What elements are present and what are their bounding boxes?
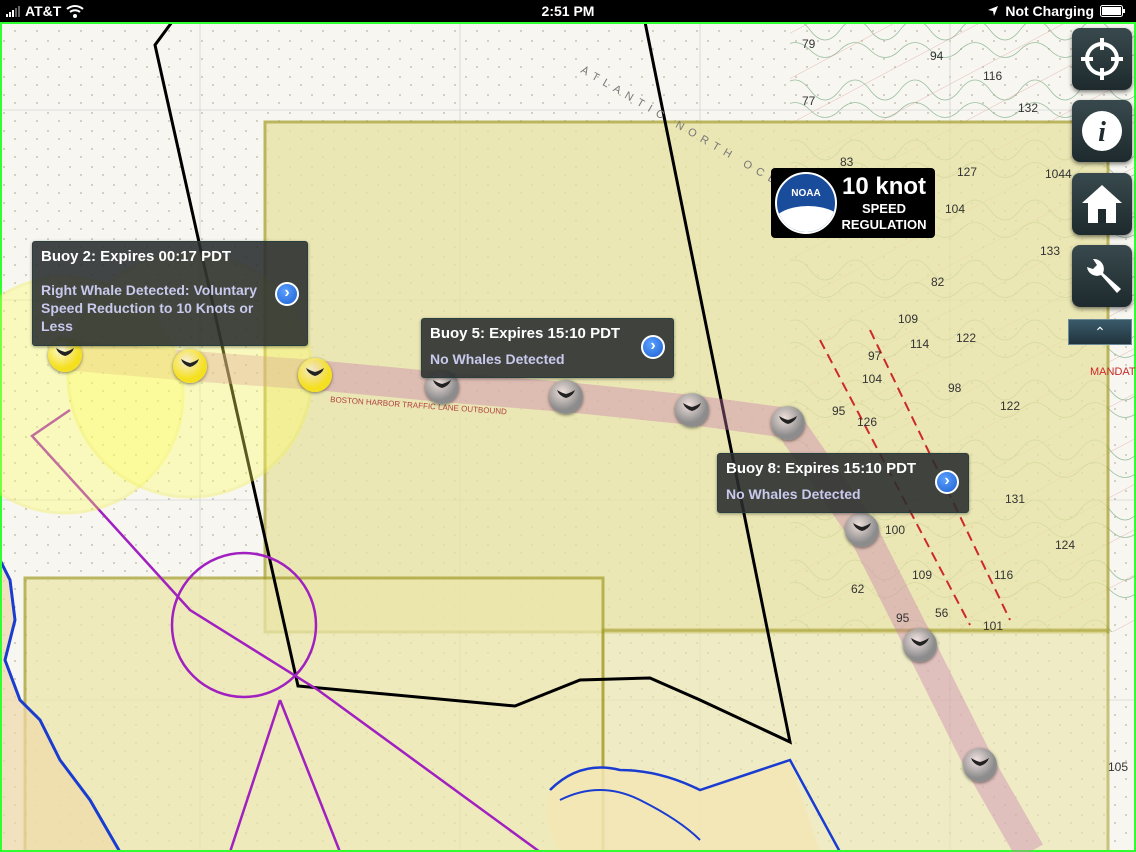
buoy-marker[interactable] (549, 380, 583, 414)
svg-text:127: 127 (957, 165, 977, 179)
whale-tail-icon (971, 758, 989, 776)
svg-text:122: 122 (1000, 399, 1020, 413)
charging-label: Not Charging (1005, 3, 1094, 19)
buoy-marker[interactable] (845, 513, 879, 547)
buoy-8-callout[interactable]: Buoy 8: Expires 15:10 PDT No Whales Dete… (717, 453, 969, 513)
svg-text:100: 100 (885, 523, 905, 537)
svg-text:133: 133 (1040, 244, 1060, 258)
svg-text:83: 83 (840, 155, 854, 169)
svg-text:95: 95 (832, 404, 846, 418)
crosshair-icon (1081, 38, 1123, 80)
svg-text:126: 126 (857, 415, 877, 429)
regulation-label: REGULATION (841, 217, 927, 232)
battery-group: Not Charging (987, 3, 1126, 19)
callout-title: Buoy 5: Expires 15:10 PDT (430, 325, 621, 342)
zone-south (23, 576, 605, 852)
svg-text:105: 105 (1108, 760, 1128, 774)
collapse-toolbar-button[interactable]: ⌃ (1068, 319, 1132, 345)
nautical-chart-map[interactable]: 79 94 116 132 77 83 127 1044 104 133 82 … (0, 22, 1136, 852)
detail-disclosure-button[interactable]: › (275, 282, 299, 306)
buoy-marker[interactable] (963, 748, 997, 782)
buoy-marker[interactable] (173, 349, 207, 383)
callout-status: No Whales Detected (726, 486, 861, 502)
detail-disclosure-button[interactable]: › (641, 335, 665, 359)
svg-text:116: 116 (994, 568, 1013, 582)
whale-tail-icon (779, 416, 797, 434)
svg-text:98: 98 (948, 381, 962, 395)
svg-text:104: 104 (945, 202, 965, 216)
buoy-marker[interactable] (903, 628, 937, 662)
svg-text:132: 132 (1018, 101, 1038, 115)
svg-text:i: i (1098, 117, 1106, 148)
detail-disclosure-button[interactable]: › (935, 470, 959, 494)
clock: 2:51 PM (541, 3, 595, 19)
svg-text:116: 116 (983, 69, 1002, 83)
callout-status: Right Whale Detected: Voluntary Speed Re… (41, 282, 257, 334)
info-button[interactable]: i (1072, 100, 1132, 162)
locate-button[interactable] (1072, 28, 1132, 90)
svg-text:124: 124 (1055, 538, 1075, 552)
svg-text:82: 82 (931, 275, 945, 289)
svg-text:104: 104 (862, 372, 882, 386)
status-bar: AT&T 2:51 PM Not Charging (0, 0, 1136, 22)
wrench-icon (1087, 258, 1121, 293)
home-icon (1082, 185, 1122, 223)
svg-text:114: 114 (910, 337, 929, 351)
whale-tail-icon (306, 368, 324, 386)
chart-layer: 79 94 116 132 77 83 127 1044 104 133 82 … (0, 22, 1136, 852)
svg-text:97: 97 (868, 349, 882, 363)
whale-tail-icon (557, 390, 575, 408)
whale-tail-icon (911, 638, 929, 656)
callout-title: Buoy 2: Expires 00:17 PDT (41, 248, 232, 265)
home-button[interactable] (1072, 173, 1132, 235)
svg-text:62: 62 (851, 582, 865, 596)
svg-text:109: 109 (898, 312, 918, 326)
svg-text:79: 79 (802, 37, 816, 51)
whale-tail-icon (181, 359, 199, 377)
svg-text:MANDATORY: MANDATORY (1090, 366, 1136, 378)
whale-tail-icon (853, 523, 871, 541)
svg-text:131: 131 (1005, 492, 1025, 506)
svg-text:77: 77 (802, 94, 816, 108)
buoy-marker[interactable] (771, 406, 805, 440)
svg-text:109: 109 (912, 568, 932, 582)
buoy-marker[interactable] (675, 393, 709, 427)
whale-tail-icon (683, 403, 701, 421)
location-arrow-icon (988, 6, 999, 16)
svg-text:56: 56 (935, 606, 949, 620)
chevron-up-icon: ⌃ (1094, 324, 1106, 340)
speed-value: 10 knot (841, 173, 927, 200)
speed-regulation-badge: NOAA 10 knot SPEED REGULATION (771, 168, 935, 238)
speed-label: SPEED (861, 201, 907, 216)
svg-text:1044: 1044 (1045, 167, 1072, 181)
settings-button[interactable] (1072, 245, 1132, 307)
svg-text:122: 122 (956, 331, 976, 345)
callout-status: No Whales Detected (430, 351, 565, 367)
callout-title: Buoy 8: Expires 15:10 PDT (726, 460, 917, 477)
svg-text:95: 95 (896, 611, 910, 625)
buoy-5-callout[interactable]: Buoy 5: Expires 15:10 PDT No Whales Dete… (421, 318, 674, 378)
svg-text:101: 101 (983, 619, 1003, 633)
buoy-marker[interactable] (298, 358, 332, 392)
svg-text:94: 94 (930, 49, 944, 63)
battery-icon (1100, 5, 1125, 17)
buoy-2-callout[interactable]: Buoy 2: Expires 00:17 PDT Right Whale De… (32, 241, 308, 346)
info-icon: i (1082, 111, 1122, 151)
noaa-logo: NOAA (775, 172, 837, 234)
